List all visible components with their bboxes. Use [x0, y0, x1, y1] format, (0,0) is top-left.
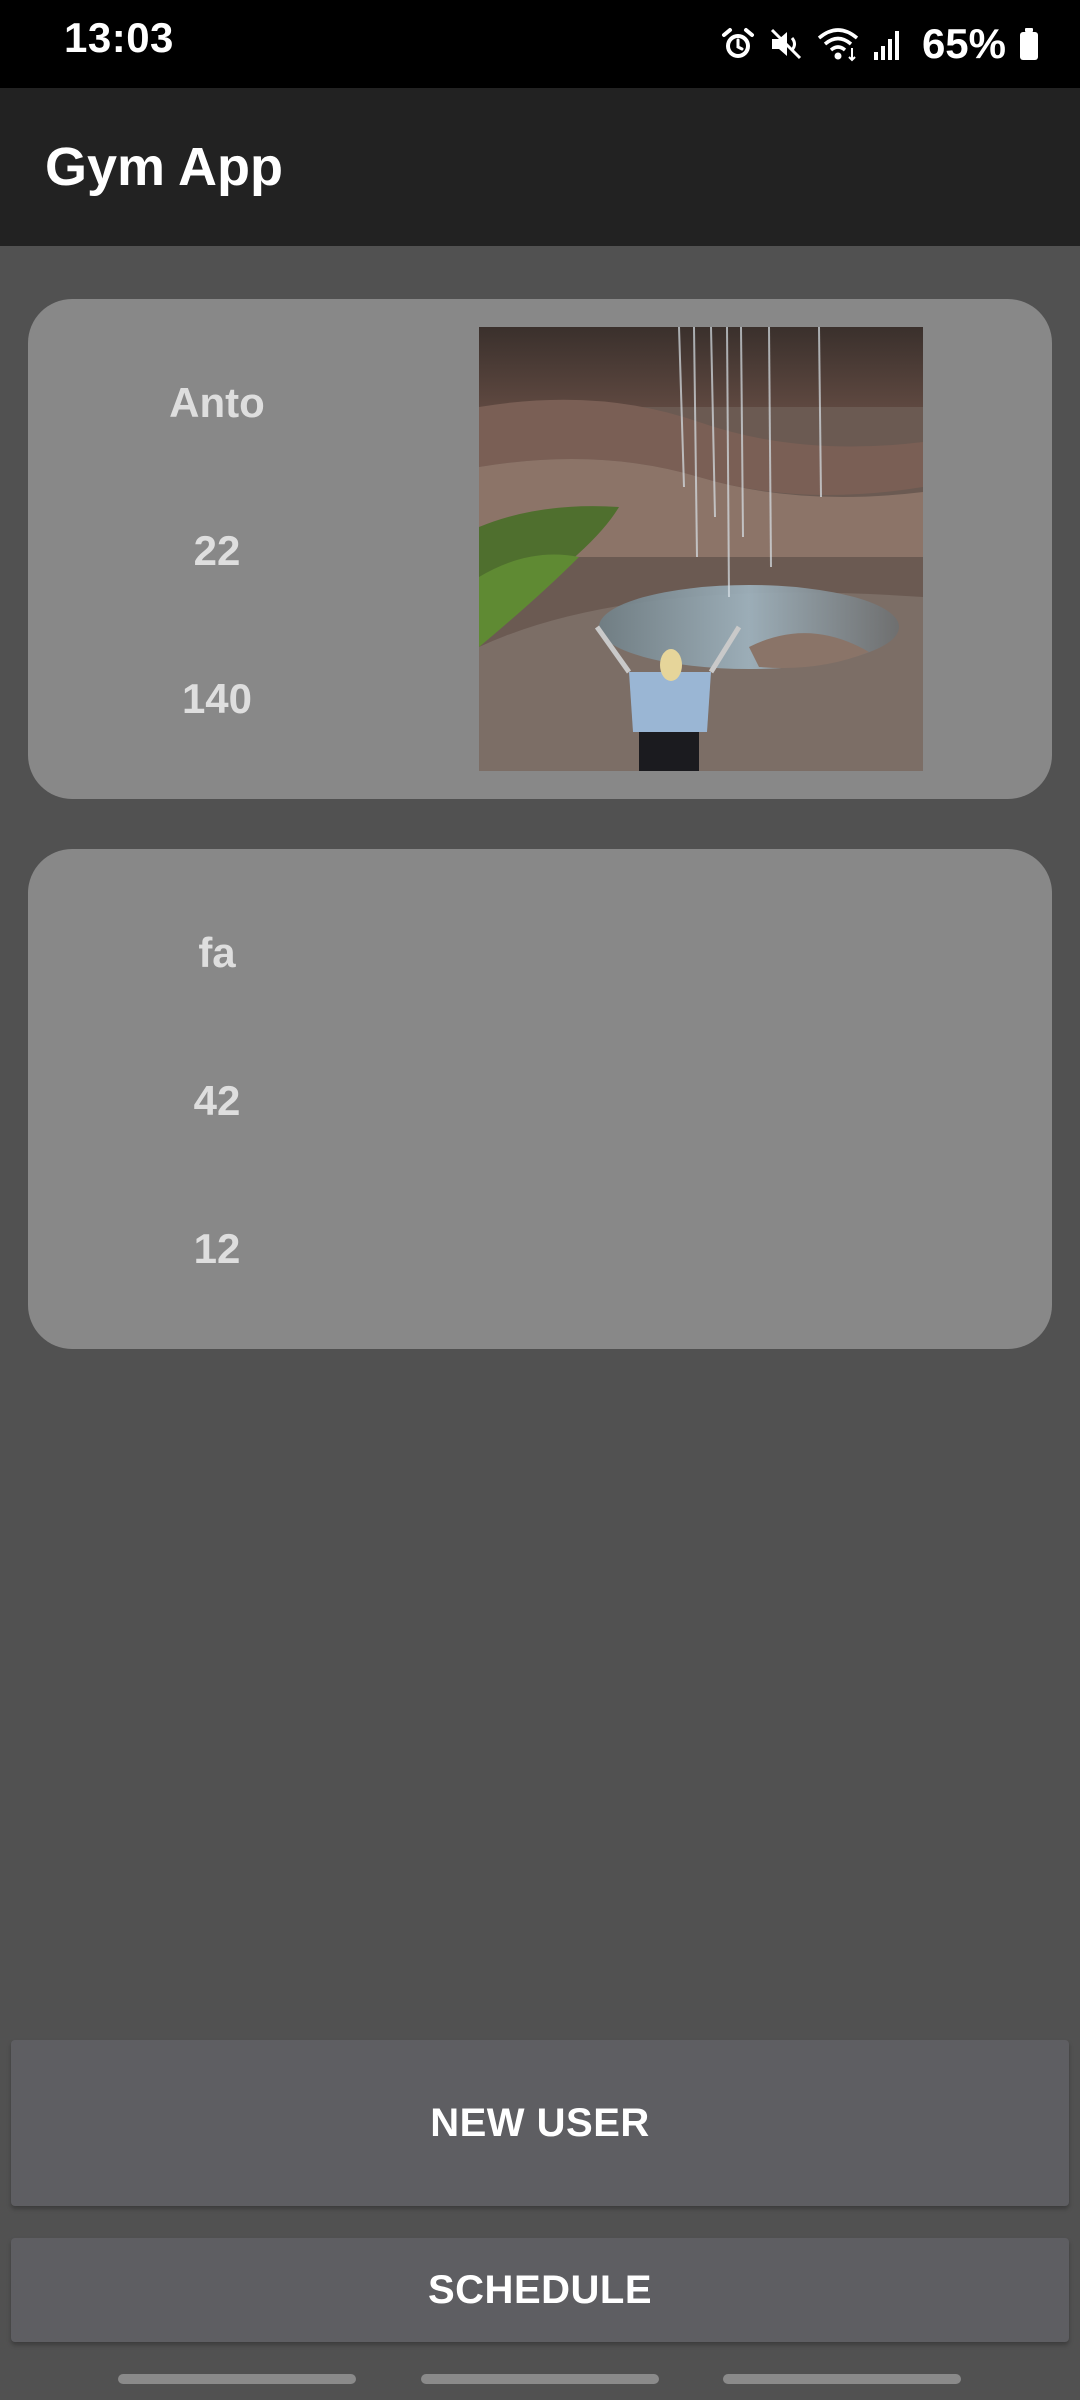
user-age: 22 [193, 527, 241, 574]
status-bar: 13:03 65% [0, 0, 1080, 88]
user-photo-waterfall [479, 327, 923, 771]
user-weight: 140 [181, 675, 253, 722]
nav-home-handle[interactable] [421, 2374, 659, 2384]
schedule-button[interactable]: SCHEDULE [11, 2238, 1069, 2342]
status-time: 13:03 [64, 14, 174, 61]
navigation-bar [0, 2360, 1080, 2400]
battery-icon [1018, 26, 1040, 62]
nav-recents-handle[interactable] [118, 2374, 356, 2384]
alarm-icon [720, 26, 756, 62]
user-weight: 12 [193, 1225, 241, 1272]
app-title: Gym App [45, 137, 284, 197]
user-card[interactable]: fa 42 12 [28, 849, 1052, 1349]
mute-icon [768, 26, 804, 62]
user-name: Anto [169, 379, 265, 426]
user-name: fa [198, 929, 236, 976]
user-card[interactable]: Anto 22 140 [28, 299, 1052, 799]
user-age: 42 [193, 1077, 241, 1124]
nav-back-handle[interactable] [723, 2374, 961, 2384]
user-photo [479, 327, 923, 771]
app-bar: Gym App [0, 88, 1080, 246]
signal-icon [872, 26, 904, 62]
status-icons: 65% [720, 14, 1040, 74]
battery-percent: 65% [921, 20, 1006, 67]
wifi-icon [816, 26, 860, 62]
new-user-button[interactable]: NEW USER [11, 2040, 1069, 2206]
